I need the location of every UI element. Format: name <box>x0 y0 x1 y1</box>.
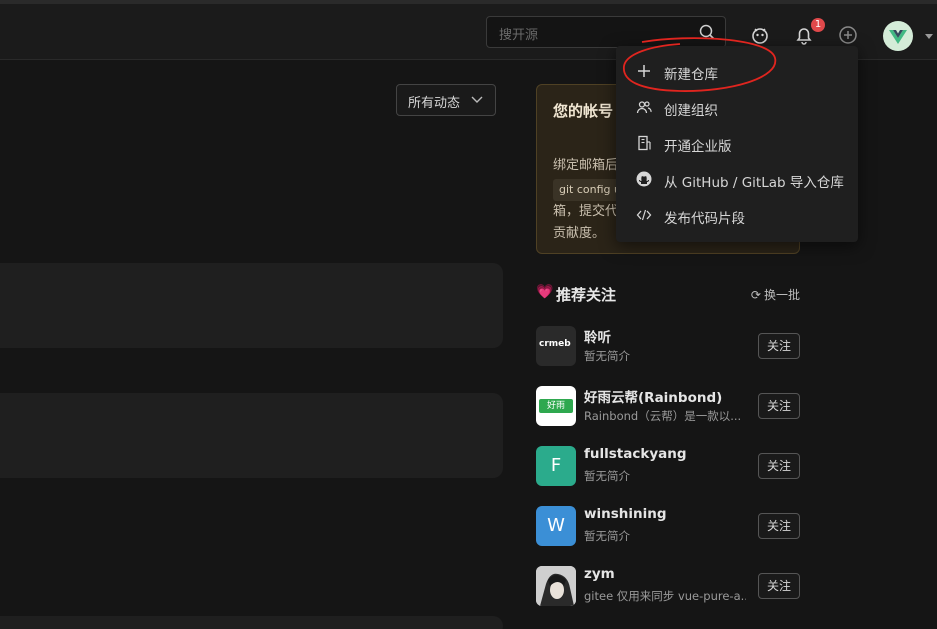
photo-avatar-icon <box>536 566 576 606</box>
add-circle-icon[interactable] <box>837 24 859 46</box>
list-item: 好雨 好雨云帮(Rainbond) Rainbond（云帮）是一款以... 关注 <box>536 386 800 426</box>
user-description: gitee 仅用来同步 vue-pure-a... <box>584 589 746 603</box>
feed-card <box>0 393 503 478</box>
refresh-button[interactable]: ⟳ 换一批 <box>751 286 800 303</box>
search-input[interactable]: 搜开源 <box>499 24 538 43</box>
refresh-label: 换一批 <box>763 288 800 302</box>
code-icon <box>636 209 652 221</box>
list-item: zym gitee 仅用来同步 vue-pure-a... 关注 <box>536 566 800 606</box>
menu-item-create-org[interactable]: 创建组织 <box>616 90 858 126</box>
caret-down-icon[interactable] <box>925 34 933 40</box>
recommend-header: 💗 推荐关注 ⟳ 换一批 <box>536 284 800 306</box>
vue-logo-icon <box>889 30 907 44</box>
follow-button[interactable]: 关注 <box>758 333 800 359</box>
follow-button[interactable]: 关注 <box>758 513 800 539</box>
menu-item-label: 发布代码片段 <box>664 211 745 227</box>
feed-card <box>0 616 503 629</box>
chevron-down-icon <box>471 96 483 103</box>
list-item: F fullstackyang 暂无简介 关注 <box>536 446 800 486</box>
group-icon <box>636 101 652 114</box>
heart-icon: 💗 <box>536 284 554 300</box>
follow-button[interactable]: 关注 <box>758 393 800 419</box>
user-description: 暂无简介 <box>584 529 630 543</box>
rainbond-logo: 好雨 <box>539 399 573 413</box>
menu-item-label: 开通企业版 <box>664 139 732 155</box>
menu-item-label: 从 GitHub / GitLab 导入仓库 <box>664 175 844 191</box>
avatar[interactable]: F <box>536 446 576 486</box>
avatar[interactable]: 好雨 <box>536 386 576 426</box>
user-name[interactable]: zym <box>584 566 615 582</box>
menu-item-publish-snippet[interactable]: 发布代码片段 <box>616 198 858 234</box>
user-description: 暂无简介 <box>584 349 630 363</box>
gitee-mascot-icon[interactable] <box>749 24 771 46</box>
avatar[interactable]: W <box>536 506 576 546</box>
user-name[interactable]: fullstackyang <box>584 446 687 462</box>
avatar[interactable] <box>536 566 576 606</box>
menu-item-import-repo[interactable]: 从 GitHub / GitLab 导入仓库 <box>616 162 858 198</box>
search-icon[interactable] <box>699 24 715 40</box>
search-box[interactable]: 搜开源 <box>486 16 726 48</box>
list-item: crmeb 聆听 暂无简介 关注 <box>536 326 800 366</box>
activity-filter-dropdown[interactable]: 所有动态 <box>396 84 496 116</box>
building-icon <box>638 135 651 151</box>
user-description: 暂无简介 <box>584 469 630 483</box>
github-icon <box>636 171 652 187</box>
menu-item-label: 创建组织 <box>664 103 718 119</box>
notification-badge: 1 <box>811 18 825 32</box>
avatar[interactable]: crmeb <box>536 326 576 366</box>
feed-card <box>0 263 503 348</box>
user-name[interactable]: 好雨云帮(Rainbond) <box>584 386 722 406</box>
refresh-icon: ⟳ <box>750 288 761 302</box>
recommend-title: 推荐关注 <box>556 286 617 304</box>
crmeb-logo: crmeb <box>539 339 571 349</box>
user-avatar[interactable] <box>883 21 913 51</box>
follow-button[interactable]: 关注 <box>758 453 800 479</box>
plus-icon <box>638 65 650 77</box>
menu-item-new-repo[interactable]: 新建仓库 <box>616 54 858 90</box>
menu-item-label: 新建仓库 <box>664 67 718 83</box>
filter-label: 所有动态 <box>408 96 461 111</box>
user-name[interactable]: 聆听 <box>584 326 611 346</box>
user-name[interactable]: winshining <box>584 506 667 522</box>
user-description: Rainbond（云帮）是一款以... <box>584 409 742 423</box>
menu-item-enterprise[interactable]: 开通企业版 <box>616 126 858 162</box>
new-item-menu: 新建仓库 创建组织 开通企业版 从 GitHub / GitLab 导入仓库 发… <box>616 46 858 242</box>
list-item: W winshining 暂无简介 关注 <box>536 506 800 546</box>
follow-button[interactable]: 关注 <box>758 573 800 599</box>
